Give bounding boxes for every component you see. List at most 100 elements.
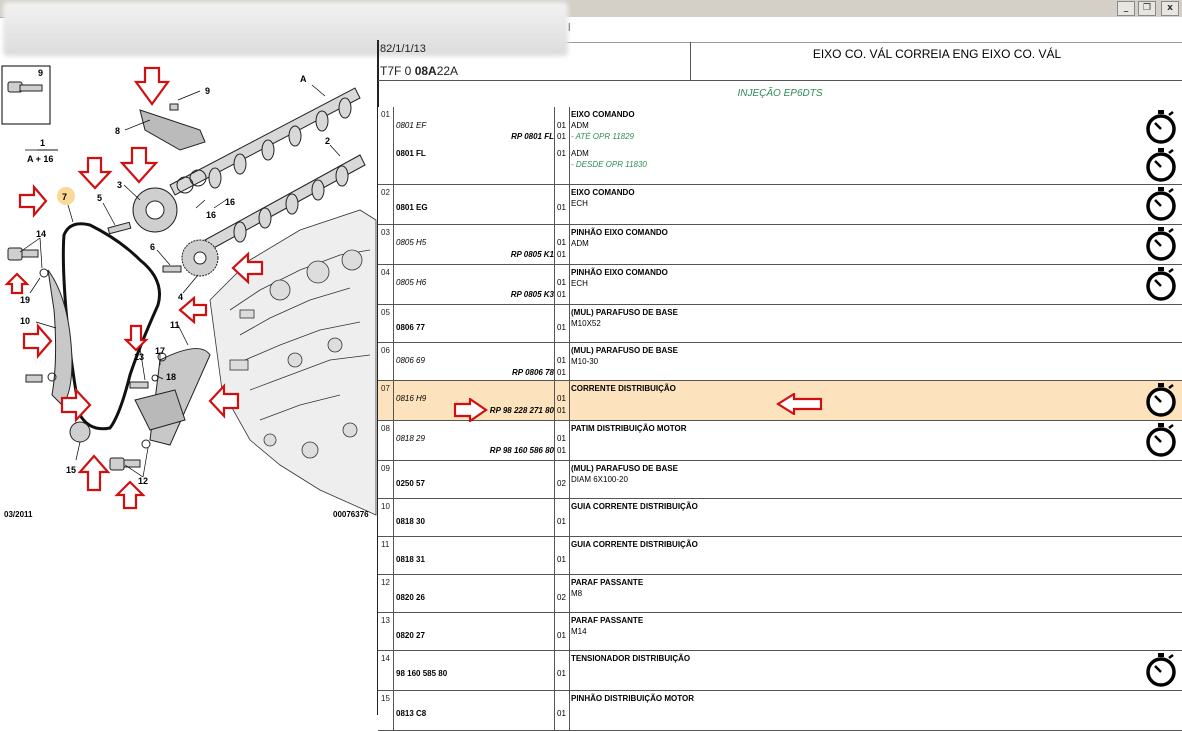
column-divider [393, 691, 394, 730]
column-divider [393, 265, 394, 304]
restore-button[interactable]: ❐ [1138, 1, 1156, 16]
diagram-label-9: 9 [205, 86, 210, 96]
part-reference[interactable]: 0818 30 [396, 517, 425, 526]
column-divider [554, 575, 555, 612]
table-row[interactable]: 11 0818 31 01 GUIA CORRENTE DISTRIBUIÇÃO [378, 537, 1182, 575]
minimize-button[interactable]: _ [1117, 1, 1135, 16]
column-divider [554, 305, 555, 342]
column-divider [554, 381, 555, 420]
column-divider [393, 575, 394, 612]
column-divider [554, 421, 555, 460]
part-spec: ECH [571, 279, 588, 288]
column-divider [569, 499, 570, 536]
column-divider [569, 537, 570, 574]
row-index: 09 [381, 464, 390, 473]
row-index: 12 [381, 578, 390, 587]
part-reference[interactable]: 0806 69 [396, 356, 425, 365]
part-reference[interactable]: 0801 EF [396, 121, 426, 130]
part-spec: M14 [571, 627, 587, 636]
column-divider [554, 499, 555, 536]
stopwatch-icon[interactable] [1144, 422, 1178, 458]
replacement-ref: RP 0805 K1 [510, 250, 554, 259]
diagram-label-13: 13 [134, 352, 144, 362]
quantity: 01 [557, 278, 566, 287]
part-reference[interactable]: 0806 77 [396, 323, 425, 332]
part-spec: M10X52 [571, 319, 601, 328]
table-row[interactable]: 04 0805 H6 RP 0805 K3 01 01 PINHÃO EIXO COMAN… [378, 265, 1182, 305]
table-row[interactable]: 13 0820 27 01 PARAF PASSANTE M14 [378, 613, 1182, 651]
part-reference[interactable]: 98 160 585 80 [396, 669, 447, 678]
table-row[interactable]: 10 0818 30 01 GUIA CORRENTE DISTRIBUIÇÃO [378, 499, 1182, 537]
table-row[interactable]: 05 0806 77 01 (MUL) PARAFUSO DE BASE M10X52 [378, 305, 1182, 343]
table-row[interactable]: 02 0801 EG 01 EIXO COMANDO ECH [378, 185, 1182, 225]
part-reference[interactable]: 0801 FL [396, 149, 426, 158]
diagram-label-A: A [300, 74, 307, 84]
column-divider [554, 185, 555, 224]
table-row[interactable]: 14 98 160 585 80 01 TENSIONADOR DISTRIBUIÇÃ… [378, 651, 1182, 691]
part-description: PARAF PASSANTE [571, 616, 644, 625]
part-spec: ADM [571, 121, 589, 130]
table-row[interactable]: 15 0813 C8 01 PINHÃO DISTRIBUIÇÃO MOTOR [378, 691, 1182, 731]
exploded-view-diagram: 9 9 8 A 1 A + 16 3 2 5 7 16 16 14 6 19 4… [0, 60, 378, 715]
column-divider [569, 651, 570, 690]
column-divider [569, 107, 570, 184]
table-row[interactable]: 01 0801 EF RP 0801 FL 01 01 EIXO COMANDO ADM - … [378, 107, 1182, 185]
quantity: 01 [557, 368, 566, 377]
quantity: 01 [557, 434, 566, 443]
column-divider [554, 537, 555, 574]
column-divider [393, 461, 394, 498]
diagram-label-7: 7 [62, 192, 67, 202]
diagram-label-16b: 16 [206, 210, 216, 220]
part-reference[interactable]: 0801 EG [396, 203, 428, 212]
table-row[interactable]: 09 0250 57 02 (MUL) PARAFUSO DE BASE DIAM 6X… [378, 461, 1182, 499]
quantity: 01 [557, 238, 566, 247]
stopwatch-icon[interactable] [1144, 109, 1178, 145]
stopwatch-icon[interactable] [1144, 652, 1178, 688]
part-reference[interactable]: 0820 26 [396, 593, 425, 602]
diagram-label-9-box: 9 [38, 68, 43, 78]
code-bold: 08A [414, 64, 437, 78]
stopwatch-icon[interactable] [1144, 147, 1178, 183]
table-row[interactable]: 03 0805 H5 RP 0805 K1 01 01 PINHÃO EIXO COMAN… [378, 225, 1182, 265]
part-reference[interactable]: 0820 27 [396, 631, 425, 640]
row-index: 11 [381, 540, 390, 549]
part-reference[interactable]: 0813 C8 [396, 709, 426, 718]
part-reference[interactable]: 0250 57 [396, 479, 425, 488]
part-reference[interactable]: 0818 31 [396, 555, 425, 564]
column-divider [554, 225, 555, 264]
part-spec: DIAM 6X100-20 [571, 475, 628, 484]
stopwatch-icon[interactable] [1144, 266, 1178, 302]
part-reference[interactable]: 0816 H9 [396, 394, 426, 403]
part-spec: M8 [571, 589, 583, 598]
table-row[interactable]: 08 0818 29 RP 98 160 586 80 01 01 PATIM DISTR… [378, 421, 1182, 461]
quantity: 01 [557, 149, 566, 158]
quantity: 01 [557, 394, 566, 403]
row-index: 05 [381, 308, 390, 317]
menu-item[interactable]: l [568, 22, 570, 34]
diagram-date: 03/2011 [4, 510, 33, 519]
quantity: 01 [557, 356, 566, 365]
column-divider [554, 107, 555, 184]
column-divider [569, 691, 570, 730]
stopwatch-icon[interactable] [1144, 186, 1178, 222]
quantity: 01 [557, 631, 566, 640]
column-divider [393, 613, 394, 650]
part-reference[interactable]: 0805 H6 [396, 278, 426, 287]
table-row[interactable]: 06 0806 69 RP 0806 78 01 01 (MUL) PARAFUSO DE… [378, 343, 1182, 381]
diagram-label-3: 3 [117, 180, 122, 190]
column-divider [554, 651, 555, 690]
part-reference[interactable]: 0818 29 [396, 434, 425, 443]
stopwatch-icon[interactable] [1144, 382, 1178, 418]
replacement-ref: RP 0805 K3 [510, 290, 554, 299]
code-prefix: T7F 0 [380, 64, 412, 78]
part-description: PINHÃO EIXO COMANDO [571, 268, 668, 277]
diagram-label-A16: A + 16 [27, 154, 53, 164]
close-button[interactable]: x [1161, 1, 1179, 16]
part-reference[interactable]: 0805 H5 [396, 238, 426, 247]
column-divider [554, 691, 555, 730]
stopwatch-icon[interactable] [1144, 226, 1178, 262]
part-spec: M10-30 [571, 357, 599, 366]
row-index: 04 [381, 268, 390, 277]
column-divider [393, 343, 394, 380]
table-row[interactable]: 12 0820 26 02 PARAF PASSANTE M8 [378, 575, 1182, 613]
